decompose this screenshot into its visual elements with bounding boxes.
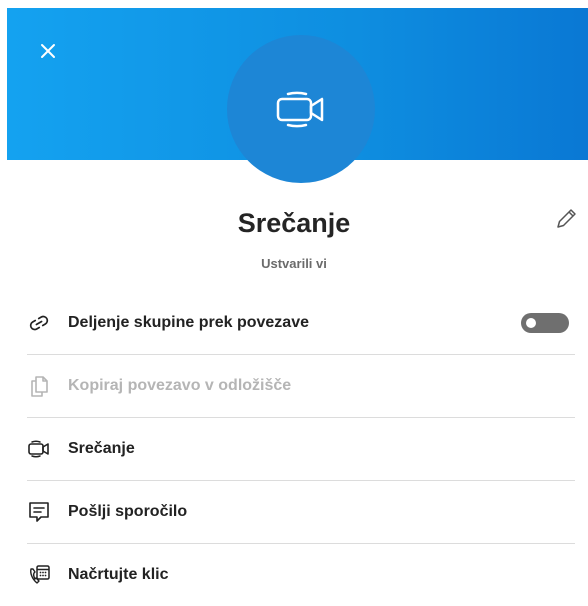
- send-message-label: Pošlji sporočilo: [68, 503, 188, 520]
- share-link-row[interactable]: Deljenje skupine prek povezave: [27, 292, 575, 355]
- copy-link-row: Kopiraj povezavo v odložišče: [27, 355, 575, 418]
- meeting-label: Srečanje: [68, 440, 135, 457]
- meeting-row[interactable]: Srečanje: [27, 418, 575, 481]
- copy-icon: [27, 374, 51, 398]
- avatar: [227, 35, 375, 183]
- copy-link-label: Kopiraj povezavo v odložišče: [68, 377, 292, 394]
- chat-icon: [27, 500, 51, 524]
- share-link-label: Deljenje skupine prek povezave: [68, 314, 309, 331]
- share-link-toggle[interactable]: [521, 313, 569, 333]
- pencil-icon: [557, 209, 576, 228]
- close-icon: [41, 44, 55, 58]
- toggle-knob: [526, 318, 536, 328]
- video-camera-icon: [27, 437, 51, 461]
- schedule-call-label: Načrtujte klic: [68, 566, 169, 583]
- subtitle: Ustvarili vi: [261, 256, 327, 271]
- close-button[interactable]: [37, 40, 59, 62]
- video-camera-icon: [276, 91, 324, 128]
- edit-button[interactable]: [553, 206, 579, 232]
- send-message-row[interactable]: Pošlji sporočilo: [27, 481, 575, 544]
- page-title: Srečanje: [237, 208, 351, 238]
- schedule-call-row[interactable]: Načrtujte klic: [27, 544, 575, 606]
- options-menu: Deljenje skupine prek povezave Kopiraj p…: [27, 292, 575, 606]
- schedule-call-icon: [27, 563, 51, 587]
- link-icon: [27, 311, 51, 335]
